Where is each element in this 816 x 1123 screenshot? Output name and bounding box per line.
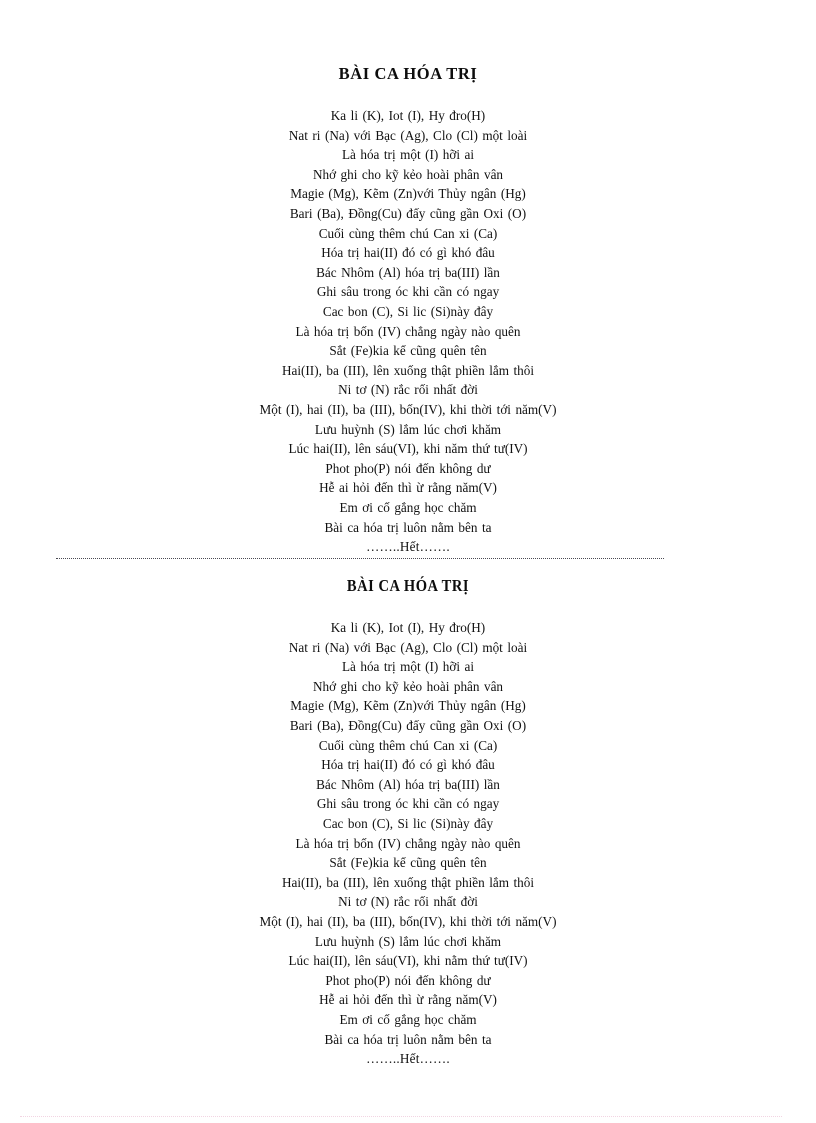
song-block-two: BÀI CA HÓA TRỊ Ka li (K), Iot (I), Hy đr… xyxy=(0,565,816,1069)
lyric-line: ……..Hết……. xyxy=(366,539,450,555)
lyric-line: Nhớ ghi cho kỹ kẻo hoài phân vân xyxy=(312,166,504,182)
lyric-line: Hễ ai hỏi đến thì ừ rằng năm(V) xyxy=(319,992,497,1008)
lyric-line: Ghi sâu trong óc khi cần có ngay xyxy=(316,796,500,812)
lyric-line: Em ơi cố gắng học chăm xyxy=(339,1011,477,1027)
lyrics-body-two: Ka li (K), Iot (I), Hy đro(H) Nat ri (Na)… xyxy=(0,618,816,1069)
lyric-line: Hễ ai hỏi đến thì ừ rằng năm(V) xyxy=(319,480,497,496)
lyric-line: Ka li (K), Iot (I), Hy đro(H) xyxy=(330,108,486,124)
lyric-line: ……..Hết……. xyxy=(366,1051,450,1067)
lyric-line: Là hóa trị bốn (IV) chẳng ngày nào quên xyxy=(295,323,521,339)
lyric-line: Lưu huỳnh (S) lắm lúc chơi khăm xyxy=(314,421,502,437)
lyric-line: Lúc hai(II), lên sáu(VI), khi nằm thứ tư… xyxy=(288,953,528,969)
section-divider xyxy=(56,558,664,559)
lyric-line: Là hóa trị bốn (IV) chẳng ngày nào quên xyxy=(295,835,521,851)
lyric-line: Là hóa trị một (I) hỡi ai xyxy=(341,147,475,163)
lyric-line: Bari (Ba), Đồng(Cu) đấy cũng gần Oxi (O) xyxy=(289,718,527,734)
lyric-line: Phot pho(P) nói đến không dư xyxy=(325,972,491,988)
lyric-line: Ni tơ (N) rắc rối nhất đời xyxy=(338,894,478,910)
lyric-line: Hai(II), ba (III), lên xuống thật phiền … xyxy=(281,362,535,378)
lyric-line: Bari (Ba), Đồng(Cu) đấy cũng gần Oxi (O) xyxy=(289,206,527,222)
lyric-line: Một (I), hai (II), ba (III), bốn(IV), kh… xyxy=(259,401,557,417)
lyric-line: Nat ri (Na) với Bạc (Ag), Clo (Cl) một l… xyxy=(288,639,528,655)
lyric-line: Phot pho(P) nói đến không dư xyxy=(325,460,491,476)
document-page: BÀI CA HÓA TRỊ Ka li (K), Iot (I), Hy đr… xyxy=(0,0,816,1123)
lyric-line: Sắt (Fe)kia kể cũng quên tên xyxy=(329,855,487,871)
lyric-line: Hóa trị hai(II) đó có gì khó đâu xyxy=(321,757,495,773)
lyric-line: Một (I), hai (II), ba (III), bốn(IV), kh… xyxy=(259,913,557,929)
lyric-line: Bài ca hóa trị luôn nằm bên ta xyxy=(324,519,492,535)
song-block-one: BÀI CA HÓA TRỊ Ka li (K), Iot (I), Hy đr… xyxy=(0,53,816,557)
lyric-line: Magie (Mg), Kẽm (Zn)với Thủy ngân (Hg) xyxy=(290,186,526,202)
lyric-line: Là hóa trị một (I) hỡi ai xyxy=(341,659,475,675)
lyric-line: Sắt (Fe)kia kể cũng quên tên xyxy=(329,343,487,359)
lyric-line: Cuối cùng thêm chú Can xi (Ca) xyxy=(318,737,498,753)
lyric-line: Cac bon (C), Si lic (Si)này đây xyxy=(322,303,494,319)
lyric-line: Bác Nhôm (Al) hóa trị ba(III) lần xyxy=(316,776,500,792)
lyric-line: Bác Nhôm (Al) hóa trị ba(III) lần xyxy=(316,264,500,280)
lyric-line: Lúc hai(II), lên sáu(VI), khi năm thứ tư… xyxy=(288,441,528,457)
lyric-line: Em ơi cố gắng học chăm xyxy=(339,499,477,515)
lyric-line: Lưu huỳnh (S) lắm lúc chơi khăm xyxy=(314,933,502,949)
lyric-line: Ni tơ (N) rắc rối nhất đời xyxy=(338,382,478,398)
lyric-line: Cuối cùng thêm chú Can xi (Ca) xyxy=(318,225,498,241)
lyric-line: Magie (Mg), Kẽm (Zn)với Thủy ngân (Hg) xyxy=(290,698,526,714)
lyric-line: Nat ri (Na) với Bạc (Ag), Clo (Cl) một l… xyxy=(288,127,528,143)
lyrics-body-one: Ka li (K), Iot (I), Hy đro(H) Nat ri (Na)… xyxy=(0,106,816,557)
lyric-line: Cac bon (C), Si lic (Si)này đây xyxy=(322,815,494,831)
lyric-line: Ghi sâu trong óc khi cần có ngay xyxy=(316,284,500,300)
lyric-line: Nhớ ghi cho kỹ kẻo hoài phân vân xyxy=(312,678,504,694)
page-title: BÀI CA HÓA TRỊ xyxy=(338,64,478,84)
lyric-line: Bài ca hóa trị luôn nằm bên ta xyxy=(324,1031,492,1047)
page-title-secondary: BÀI CA HÓA TRỊ xyxy=(346,576,470,596)
lyric-line: Hai(II), ba (III), lên xuống thật phiền … xyxy=(281,874,535,890)
footer-divider xyxy=(20,1116,782,1117)
lyric-line: Hóa trị hai(II) đó có gì khó đâu xyxy=(321,245,495,261)
lyric-line: Ka li (K), Iot (I), Hy đro(H) xyxy=(330,620,486,636)
